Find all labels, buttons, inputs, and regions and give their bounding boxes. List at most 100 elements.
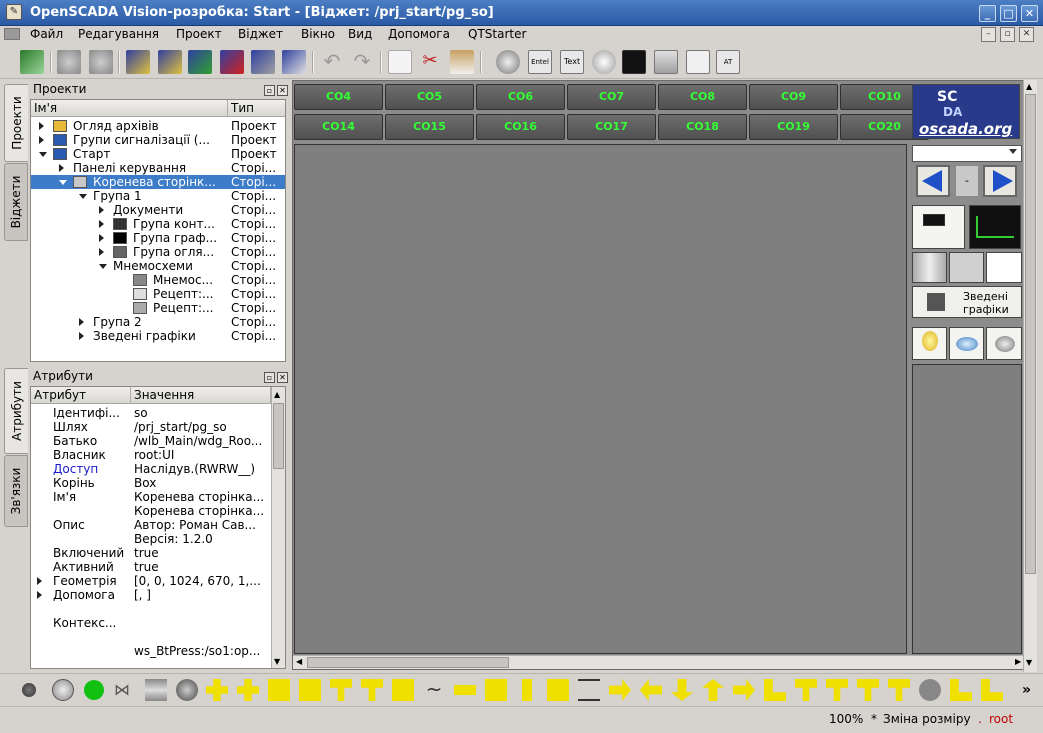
attribute-row[interactable]: Ім'я Коренева сторінка... bbox=[31, 490, 271, 504]
co-button[interactable]: CO14 bbox=[294, 114, 383, 140]
close-icon[interactable]: ✕ bbox=[277, 85, 288, 96]
expand-arrow-icon[interactable] bbox=[37, 591, 42, 599]
pipe-reducer-icon[interactable] bbox=[392, 679, 414, 701]
mdi-restore-icon[interactable]: ▫ bbox=[1000, 27, 1015, 42]
menu-edit[interactable]: Редагування bbox=[78, 27, 159, 41]
item-edit-icon[interactable] bbox=[282, 50, 306, 74]
value-icon[interactable]: AT bbox=[716, 50, 740, 74]
scroll-up-icon[interactable]: ▲ bbox=[274, 390, 280, 399]
elfig-icon[interactable] bbox=[496, 50, 520, 74]
tree-row[interactable]: Зведені графіки Сторі... bbox=[31, 329, 285, 343]
collapse-arrow-icon[interactable] bbox=[79, 194, 87, 199]
tee-icon[interactable] bbox=[857, 679, 879, 701]
attribute-row[interactable]: Власник root:UI bbox=[31, 448, 271, 462]
tree-row[interactable]: Група конт... Сторі... bbox=[31, 217, 285, 231]
scroll-down-icon[interactable]: ▼ bbox=[1026, 658, 1032, 667]
tree-row[interactable]: Група 1 Сторі... bbox=[31, 189, 285, 203]
menu-qtstarter[interactable]: QTStarter bbox=[468, 27, 526, 41]
attribute-value[interactable]: Автор: Роман Сав... bbox=[134, 518, 270, 532]
co-button[interactable]: CO6 bbox=[476, 84, 565, 110]
group-panel-icon[interactable] bbox=[949, 252, 984, 283]
co-button[interactable]: CO9 bbox=[749, 84, 838, 110]
new-library-icon[interactable] bbox=[158, 50, 182, 74]
maximize-icon[interactable]: □ bbox=[1000, 5, 1017, 22]
vscroll-thumb[interactable] bbox=[1025, 94, 1036, 574]
close-icon[interactable]: ✕ bbox=[1021, 5, 1038, 22]
attribute-row[interactable]: Шлях/prj_start/pg_so bbox=[31, 420, 271, 434]
lamp-icon[interactable] bbox=[912, 327, 947, 360]
horn-icon[interactable] bbox=[949, 327, 984, 360]
attribute-value[interactable]: so bbox=[134, 406, 270, 420]
co-button[interactable]: CO17 bbox=[567, 114, 656, 140]
co-button[interactable]: CO5 bbox=[385, 84, 474, 110]
tee-icon[interactable] bbox=[795, 679, 817, 701]
diagram-icon[interactable] bbox=[622, 50, 646, 74]
menu-window[interactable]: Вікно bbox=[301, 27, 335, 41]
formel-icon[interactable]: Entel bbox=[528, 50, 552, 74]
attribute-row[interactable]: Опис Коренева сторінка... Автор: Роман Сав… bbox=[31, 504, 271, 546]
scroll-right-icon[interactable]: ▶ bbox=[1015, 657, 1021, 666]
pipe-horizontal-icon[interactable] bbox=[454, 685, 476, 695]
tree-row[interactable]: Рецепт:... Сторі... bbox=[31, 301, 285, 315]
attribute-value[interactable]: /prj_start/pg_so bbox=[134, 420, 270, 434]
attribute-row[interactable]: Включений true bbox=[31, 546, 271, 560]
valve-icon[interactable] bbox=[22, 683, 36, 697]
gate-valve-icon[interactable]: ⋈ bbox=[114, 679, 136, 701]
attribute-row[interactable]: Корінь Box bbox=[31, 476, 271, 490]
pipe-reducer-icon[interactable] bbox=[299, 679, 321, 701]
mnemo-panel-icon[interactable] bbox=[912, 205, 965, 249]
column-header-attribute[interactable]: Атрибут bbox=[31, 387, 131, 404]
scroll-thumb[interactable] bbox=[273, 403, 284, 469]
tree-row[interactable]: Групи сигналізації (... Проект bbox=[31, 133, 285, 147]
co-button[interactable]: CO8 bbox=[658, 84, 747, 110]
expand-arrow-icon[interactable] bbox=[79, 332, 84, 340]
db-load-icon[interactable] bbox=[57, 50, 81, 74]
collapse-arrow-icon[interactable] bbox=[99, 264, 107, 269]
app-icon[interactable]: ✎ bbox=[6, 4, 22, 20]
collapse-arrow-icon[interactable] bbox=[39, 152, 47, 157]
column-header-name[interactable]: Ім'я bbox=[31, 100, 228, 117]
paste-icon[interactable] bbox=[450, 50, 474, 74]
close-icon[interactable]: ✕ bbox=[277, 372, 288, 383]
pipe-vertical-icon[interactable] bbox=[522, 679, 532, 701]
main-page-area[interactable] bbox=[294, 144, 907, 654]
more-elements-icon[interactable]: » bbox=[1022, 682, 1043, 704]
scroll-up-icon[interactable]: ▲ bbox=[1026, 82, 1032, 91]
mdi-close-icon[interactable]: ✕ bbox=[1019, 27, 1034, 42]
arrow-left-icon[interactable] bbox=[640, 679, 662, 701]
attribute-value[interactable]: Коренева сторінка... bbox=[134, 504, 270, 518]
tee-icon[interactable] bbox=[826, 679, 848, 701]
scroll-left-icon[interactable]: ◀ bbox=[296, 657, 302, 666]
protocol-icon[interactable] bbox=[654, 50, 678, 74]
arrow-right-icon[interactable] bbox=[733, 679, 755, 701]
expand-arrow-icon[interactable] bbox=[37, 577, 42, 585]
hscroll-thumb[interactable] bbox=[307, 657, 509, 668]
compressor-icon[interactable] bbox=[176, 679, 198, 701]
attribute-value[interactable]: [, ] bbox=[134, 588, 270, 602]
mdi-system-icon[interactable] bbox=[4, 28, 20, 40]
expand-arrow-icon[interactable] bbox=[79, 318, 84, 326]
attribute-row[interactable]: Допомога [, ] bbox=[31, 588, 271, 602]
minimize-icon[interactable]: _ bbox=[979, 5, 996, 22]
pump-icon[interactable] bbox=[52, 679, 74, 701]
zoom-level[interactable]: 100% bbox=[829, 712, 863, 726]
attribute-value[interactable]: Версія: 1.2.0 bbox=[134, 532, 270, 546]
valve-y-icon[interactable] bbox=[919, 679, 941, 701]
tree-row[interactable]: Група огля... Сторі... bbox=[31, 245, 285, 259]
expand-arrow-icon[interactable] bbox=[99, 248, 104, 256]
cut-icon[interactable]: ✂ bbox=[418, 50, 442, 74]
tree-row[interactable]: Група граф... Сторі... bbox=[31, 231, 285, 245]
horizontal-scrollbar[interactable]: ◀ ▶ bbox=[293, 655, 1028, 669]
nav-next-button[interactable] bbox=[983, 165, 1017, 197]
expand-arrow-icon[interactable] bbox=[39, 136, 44, 144]
attributes-scrollbar[interactable]: ▲ ▼ bbox=[271, 387, 285, 668]
expand-arrow-icon[interactable] bbox=[99, 206, 104, 214]
expand-arrow-icon[interactable] bbox=[99, 220, 104, 228]
arrow-down-icon[interactable] bbox=[671, 679, 693, 701]
graph-panel-icon[interactable] bbox=[969, 205, 1021, 249]
attribute-row[interactable]: Контекс... bbox=[31, 602, 271, 644]
motor-icon[interactable] bbox=[84, 680, 104, 700]
tree-row[interactable]: Коренева сторінк... Сторі... bbox=[31, 175, 285, 189]
arrow-right-icon[interactable] bbox=[609, 679, 631, 701]
redo-icon[interactable]: ↷ bbox=[350, 50, 374, 74]
